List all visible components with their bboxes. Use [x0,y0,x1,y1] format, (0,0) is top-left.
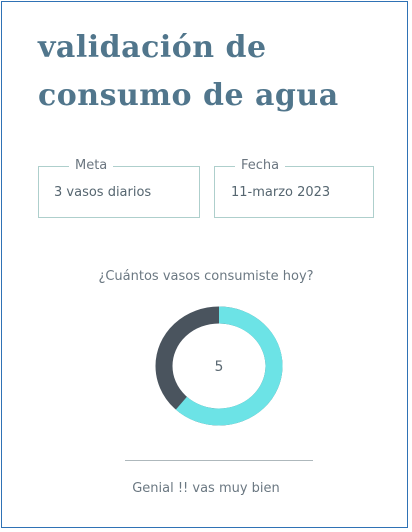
date-field[interactable]: Fecha 11-marzo 2023 [214,157,374,218]
divider [125,460,313,461]
form-card: validación de consumo de agua [1,1,408,528]
page-title-line-2: consumo de agua [38,78,339,113]
page-title-line-1: validación de [38,30,267,65]
goal-field-label: Meta [69,157,114,175]
feedback-message: Genial !! vas muy bien [132,481,280,496]
glasses-count: 5 [214,359,224,375]
page-title: validación de consumo de agua [38,24,339,120]
glasses-question: ¿Cuántos vasos consumiste hoy? [98,269,314,284]
date-field-label: Fecha [235,157,286,175]
date-field-value[interactable]: 11-marzo 2023 [231,184,330,202]
goal-field[interactable]: Meta 3 vasos diarios [38,157,200,218]
goal-field-value[interactable]: 3 vasos diarios [54,184,151,202]
